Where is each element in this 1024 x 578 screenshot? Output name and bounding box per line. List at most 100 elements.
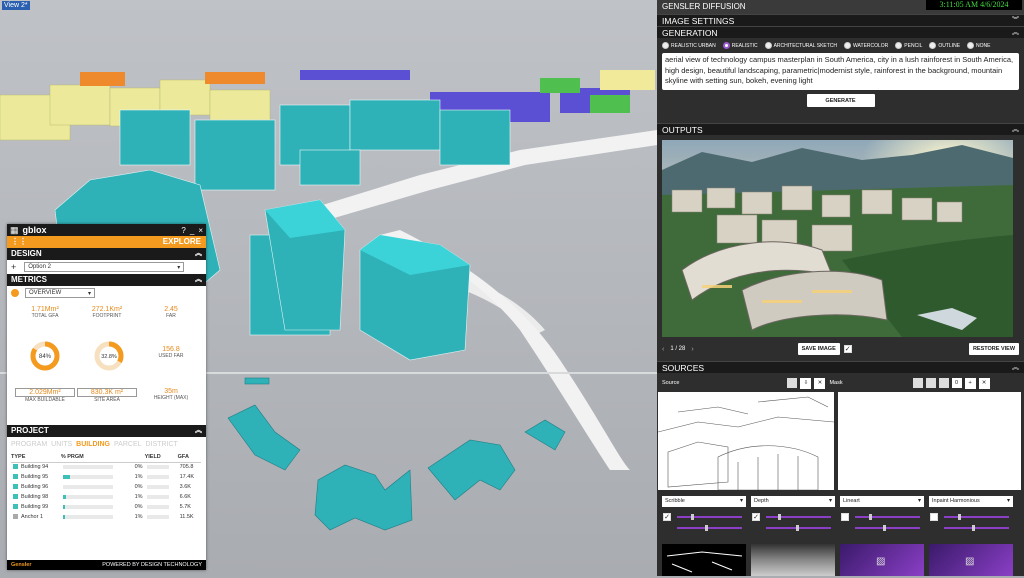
scribble-preview[interactable] — [662, 544, 746, 576]
explore-bar[interactable]: ⋮⋮ EXPLORE — [7, 236, 206, 248]
apps-grid-icon[interactable]: ⋮⋮ — [11, 236, 27, 248]
tab-program[interactable]: PROGRAM — [11, 441, 47, 448]
mask-swatch-2[interactable] — [925, 378, 936, 388]
inpaint-preview[interactable]: ▨ — [929, 544, 1013, 576]
row-color-swatch — [13, 494, 18, 500]
mask-canvas[interactable] — [838, 392, 1021, 490]
style-pencil[interactable]: PENCIL — [895, 42, 922, 49]
generate-button[interactable]: GENERATE — [806, 94, 875, 107]
row-pct: 1% — [134, 494, 143, 500]
tab-building[interactable]: BUILDING — [76, 441, 110, 448]
prev-arrow-icon[interactable]: ‹ — [662, 346, 664, 353]
controlnet-select-1[interactable]: Scribble — [662, 496, 746, 507]
mask-swatch-3[interactable] — [938, 378, 949, 388]
sources-header[interactable]: SOURCES ︽ — [657, 361, 1024, 373]
metrics-settings-icon[interactable] — [11, 289, 19, 297]
prompt-textarea[interactable]: aerial view of technology campus masterp… — [662, 53, 1019, 90]
col-gfa[interactable]: GFA — [177, 452, 201, 463]
source-color-swatch[interactable] — [787, 378, 798, 388]
gblox-panel: ▦ gblox ? _ × ⋮⋮ EXPLORE DESIGN ︽ + Optio… — [7, 224, 206, 570]
collapse-chevron-icon[interactable]: ︽ — [195, 425, 202, 437]
tab-units[interactable]: UNITS — [51, 441, 72, 448]
controlnet-2-guidance-slider[interactable] — [766, 525, 831, 531]
output-image[interactable] — [662, 140, 1013, 337]
design-option-select[interactable]: Option 2 ▾ — [24, 262, 185, 272]
controlnet-3-guidance-slider[interactable] — [855, 525, 920, 531]
col-type[interactable]: TYPE — [11, 452, 61, 463]
style-radio-group: REALISTIC URBAN REALISTIC ARCHITECTURAL … — [657, 38, 1024, 53]
table-row[interactable]: Building 98 1% 6.6K — [11, 492, 201, 502]
collapse-chevron-icon[interactable]: ︽ — [1012, 27, 1019, 39]
design-header[interactable]: DESIGN ︽ — [7, 248, 206, 260]
clear-mask-icon[interactable]: ✕ — [978, 377, 990, 389]
metrics-grid: 1.71Mm² TOTAL GFA 272.1Km² FOOTPRINT 2.45 F… — [7, 300, 206, 425]
metrics-view-row: OVERVIEW ▾ — [7, 286, 206, 300]
table-row[interactable]: Building 94 0% 705.8 — [11, 462, 201, 472]
controlnet-1-guidance-slider[interactable] — [677, 525, 742, 531]
controlnet-2-weight-slider[interactable] — [766, 514, 831, 520]
project-header[interactable]: PROJECT ︽ — [7, 425, 206, 437]
minimize-button[interactable]: _ — [190, 226, 194, 235]
row-pct: 1% — [134, 514, 143, 520]
col-yield[interactable]: YIELD — [144, 452, 178, 463]
controlnet-select-2[interactable]: Depth — [751, 496, 835, 507]
controlnet-1-checkbox[interactable]: ✓ — [663, 513, 671, 521]
image-placeholder-icon: ▨ — [876, 556, 886, 567]
collapse-chevron-icon[interactable]: ︽ — [195, 274, 202, 286]
restore-view-button[interactable]: RESTORE VIEW — [969, 343, 1019, 355]
donut-chart-2: 32.8% — [94, 341, 124, 371]
style-realistic-urban[interactable]: REALISTIC URBAN — [662, 42, 716, 49]
table-row[interactable]: Anchor 1 1% 11.5K — [11, 512, 201, 522]
col-prgm[interactable]: % PRGM — [60, 452, 130, 463]
row-prgm-bar — [61, 482, 130, 492]
help-button[interactable]: ? — [181, 226, 185, 235]
style-none[interactable]: NONE — [967, 42, 990, 49]
clear-source-icon[interactable]: ✕ — [814, 377, 826, 389]
metric-height-max: 35m HEIGHT (MAX) — [153, 388, 189, 401]
collapse-chevron-icon[interactable]: ︽ — [1012, 124, 1019, 136]
controlnet-1-weight-slider[interactable] — [677, 514, 742, 520]
table-row[interactable]: Building 99 0% 5.7K — [11, 502, 201, 512]
controlnet-3-weight-slider[interactable] — [855, 514, 920, 520]
metrics-view-select[interactable]: OVERVIEW ▾ — [25, 288, 95, 298]
table-row[interactable]: Building 95 1% 17.4K — [11, 472, 201, 482]
controlnet-3-checkbox[interactable] — [841, 513, 849, 521]
viewport-tab[interactable]: View 2* — [2, 1, 30, 10]
collapse-chevron-icon[interactable]: ︽ — [195, 248, 202, 260]
source-sketch-image[interactable] — [657, 392, 835, 491]
row-gfa: 11.5K — [179, 514, 194, 520]
depth-preview[interactable] — [751, 544, 835, 576]
row-type: Building 98 — [11, 492, 61, 502]
table-row[interactable]: Building 96 0% 3.6K — [11, 482, 201, 492]
metrics-header[interactable]: METRICS ︽ — [7, 274, 206, 286]
lineart-preview[interactable]: ▨ — [840, 544, 924, 576]
mask-swatch-1[interactable] — [912, 378, 923, 388]
next-arrow-icon[interactable]: › — [691, 346, 693, 353]
style-realistic[interactable]: REALISTIC — [722, 42, 758, 49]
generated-campus-render — [662, 140, 1013, 337]
controlnet-4-weight-slider[interactable] — [944, 514, 1009, 520]
generation-header[interactable]: GENERATION ︽ — [657, 26, 1024, 38]
style-architectural-sketch[interactable]: ARCHITECTURAL SKETCH — [764, 42, 837, 49]
add-mask-icon[interactable]: + — [964, 377, 976, 389]
style-watercolor[interactable]: WATERCOLOR — [844, 42, 888, 49]
download-icon[interactable]: ⇩ — [800, 377, 812, 389]
row-yield — [145, 492, 178, 502]
tab-parcel[interactable]: PARCEL — [114, 441, 142, 448]
collapse-chevron-icon[interactable]: ︽ — [1012, 362, 1019, 374]
controlnet-select-3[interactable]: Lineart — [840, 496, 924, 507]
source-toolbar: Source ⇩ ✕ Mask 0 + ✕ — [662, 377, 1017, 389]
image-placeholder-icon: ▨ — [965, 556, 975, 567]
controlnet-4-guidance-slider[interactable] — [944, 525, 1009, 531]
outputs-header[interactable]: OUTPUTS ︽ — [657, 123, 1024, 135]
add-design-button[interactable]: + — [11, 262, 16, 272]
controlnet-2-checkbox[interactable]: ✓ — [752, 513, 760, 521]
controlnet-select-4[interactable]: Inpaint Harmonious — [929, 496, 1013, 507]
image-settings-header[interactable]: IMAGE SETTINGS ︾ — [657, 14, 1024, 26]
save-image-button[interactable]: SAVE IMAGE — [797, 343, 840, 355]
tab-district[interactable]: DISTRICT — [146, 441, 178, 448]
controlnet-4-checkbox[interactable] — [930, 513, 938, 521]
save-image-checkbox[interactable]: ✓ — [843, 345, 852, 353]
style-outline[interactable]: OUTLINE — [929, 42, 960, 49]
close-button[interactable]: × — [198, 226, 203, 235]
